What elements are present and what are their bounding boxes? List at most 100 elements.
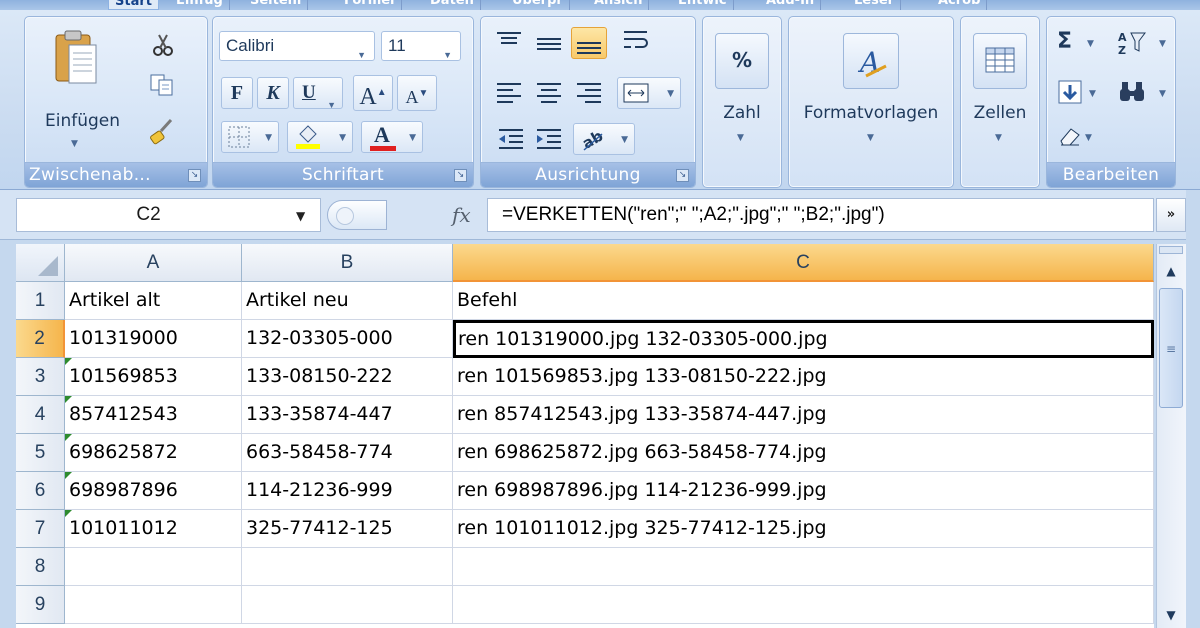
column-header-b[interactable]: B <box>242 244 453 282</box>
formula-input[interactable]: =VERKETTEN("ren";" ";A2;".jpg";" ";B2;".… <box>487 198 1154 232</box>
cell-a6[interactable]: 698987896 <box>65 472 242 510</box>
tab-start[interactable]: Start <box>108 0 159 10</box>
cell-c1[interactable]: Befehl <box>453 282 1154 320</box>
decrease-indent-icon[interactable] <box>495 125 527 153</box>
styles-group[interactable]: A Formatvorlagen ▼ <box>788 16 954 188</box>
borders-button[interactable]: ▼ <box>221 121 279 153</box>
cell-a4[interactable]: 857412543 <box>65 396 242 434</box>
eraser-icon[interactable] <box>1057 125 1083 147</box>
merge-cells-button[interactable]: ▼ <box>617 77 681 109</box>
bold-button[interactable]: F <box>221 77 253 109</box>
tab-reader[interactable]: Leser <box>848 0 902 10</box>
cell-c8[interactable] <box>453 548 1154 586</box>
fill-down-icon[interactable] <box>1057 79 1083 105</box>
tab-view[interactable]: Ansich <box>588 0 650 10</box>
scroll-thumb[interactable]: ≡ <box>1159 288 1183 408</box>
increase-indent-icon[interactable] <box>533 125 565 153</box>
cell-c6[interactable]: ren 698987896.jpg 114-21236-999.jpg <box>453 472 1154 510</box>
cell-a9[interactable] <box>65 586 242 624</box>
tab-page-layout[interactable]: Seitenl <box>244 0 309 10</box>
cell-b8[interactable] <box>242 548 453 586</box>
cell-c3[interactable]: ren 101569853.jpg 133-08150-222.jpg <box>453 358 1154 396</box>
cell-a8[interactable] <box>65 548 242 586</box>
cell-b9[interactable] <box>242 586 453 624</box>
cell-a3[interactable]: 101569853 <box>65 358 242 396</box>
sort-filter-icon[interactable]: A Z <box>1117 29 1147 57</box>
orientation-button[interactable]: ab ▼ <box>573 123 635 155</box>
autosum-button[interactable]: Σ ▼ <box>1057 29 1107 59</box>
cell-b3[interactable]: 133-08150-222 <box>242 358 453 396</box>
cell-c4[interactable]: ren 857412543.jpg 133-35874-447.jpg <box>453 396 1154 434</box>
column-header-a[interactable]: A <box>65 244 242 282</box>
row-header-3[interactable]: 3 <box>16 358 65 396</box>
font-name-select[interactable]: Calibri ▼ <box>219 31 375 61</box>
cell-b7[interactable]: 325-77412-125 <box>242 510 453 548</box>
brush-icon[interactable] <box>147 117 175 145</box>
align-left-icon[interactable] <box>493 79 525 107</box>
tab-review[interactable]: Überpr <box>506 0 570 10</box>
row-header-1[interactable]: 1 <box>16 282 65 320</box>
svg-text:ab: ab <box>579 127 606 152</box>
row-header-6[interactable]: 6 <box>16 472 65 510</box>
text-wrap-icon[interactable] <box>621 27 651 55</box>
formula-bar-splitter[interactable] <box>327 200 387 230</box>
tab-insert[interactable]: Einfüg <box>170 0 230 10</box>
cell-a5[interactable]: 698625872 <box>65 434 242 472</box>
copy-icon[interactable] <box>149 73 175 97</box>
row-header-9[interactable]: 9 <box>16 586 65 624</box>
font-color-swatch <box>370 146 396 151</box>
cell-a2[interactable]: 101319000 <box>65 320 242 358</box>
shrink-font-button[interactable]: A▼ <box>397 75 437 111</box>
cell-a1[interactable]: Artikel alt <box>65 282 242 320</box>
row-header-2[interactable]: 2 <box>16 320 65 358</box>
cells-group[interactable]: Zellen ▼ <box>960 16 1040 188</box>
select-all-button[interactable] <box>16 244 65 282</box>
dialog-launcher-icon[interactable]: ↘ <box>454 169 467 182</box>
row-header-5[interactable]: 5 <box>16 434 65 472</box>
expand-formula-bar-button[interactable]: » <box>1156 198 1186 232</box>
font-color-button[interactable]: A ▼ <box>361 121 423 153</box>
row-header-8[interactable]: 8 <box>16 548 65 586</box>
scroll-up-icon[interactable]: ▲ <box>1159 260 1183 282</box>
tab-formulas[interactable]: Formel <box>338 0 402 10</box>
align-top-icon[interactable] <box>493 29 525 57</box>
chevron-down-icon[interactable]: ▼ <box>296 209 305 223</box>
name-box[interactable]: C2 <box>16 198 321 232</box>
cell-c5[interactable]: ren 698625872.jpg 663-58458-774.jpg <box>453 434 1154 472</box>
cell-c9[interactable] <box>453 586 1154 624</box>
row-header-7[interactable]: 7 <box>16 510 65 548</box>
active-cell[interactable]: ren 101319000.jpg 132-03305-000.jpg <box>453 320 1154 358</box>
align-right-icon[interactable] <box>573 79 605 107</box>
cell-b1[interactable]: Artikel neu <box>242 282 453 320</box>
cell-b4[interactable]: 133-35874-447 <box>242 396 453 434</box>
number-group[interactable]: % Zahl ▼ <box>702 16 782 188</box>
scroll-down-icon[interactable]: ▼ <box>1159 604 1183 626</box>
underline-button[interactable]: U ▼ <box>293 77 343 110</box>
cell-c7[interactable]: ren 101011012.jpg 325-77412-125.jpg <box>453 510 1154 548</box>
align-bottom-button[interactable] <box>571 27 607 59</box>
scissors-icon[interactable] <box>151 33 175 57</box>
tab-developer[interactable]: Entwic <box>672 0 734 10</box>
align-middle-icon[interactable] <box>533 29 565 57</box>
tab-data[interactable]: Daten <box>424 0 481 10</box>
grow-font-button[interactable]: A▲ <box>353 75 393 111</box>
vertical-scrollbar[interactable]: ▲ ≡ ▼ <box>1156 244 1186 628</box>
column-header-c[interactable]: C <box>453 244 1154 282</box>
dialog-launcher-icon[interactable]: ↘ <box>676 169 689 182</box>
row-header-4[interactable]: 4 <box>16 396 65 434</box>
cell-b5[interactable]: 663-58458-774 <box>242 434 453 472</box>
binoculars-icon[interactable] <box>1117 79 1147 105</box>
dialog-launcher-icon[interactable]: ↘ <box>188 169 201 182</box>
tab-addins[interactable]: Add-In <box>760 0 822 10</box>
font-size-select[interactable]: 11 ▼ <box>381 31 461 61</box>
split-handle[interactable] <box>1159 246 1183 254</box>
cell-a7[interactable]: 101011012 <box>65 510 242 548</box>
cell-b2[interactable]: 132-03305-000 <box>242 320 453 358</box>
insert-function-icon[interactable]: fx <box>452 203 471 227</box>
align-center-icon[interactable] <box>533 79 565 107</box>
italic-button[interactable]: K <box>257 77 289 109</box>
fill-color-button[interactable]: ▼ <box>287 121 353 153</box>
cell-b6[interactable]: 114-21236-999 <box>242 472 453 510</box>
paste-button[interactable]: Einfügen ▼ <box>39 23 120 153</box>
tab-acrobat[interactable]: Acrob <box>932 0 988 10</box>
